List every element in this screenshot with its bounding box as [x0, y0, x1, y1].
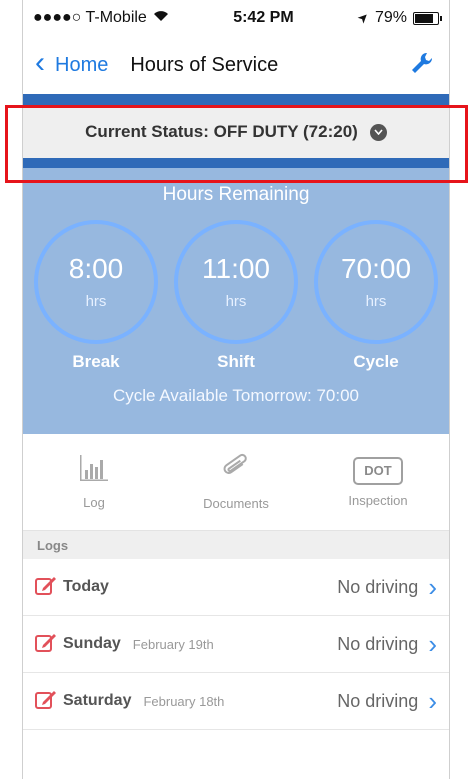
log-row-left: Saturday February 18th	[35, 689, 337, 714]
cycle-label: Cycle	[353, 352, 399, 371]
chevron-down-icon	[369, 123, 387, 141]
log-day: Saturday	[63, 692, 132, 709]
edit-log-icon	[35, 689, 57, 714]
ios-status-bar: ●●●●○ T-Mobile 5:42 PM ➤ 79%	[23, 0, 449, 36]
tool-bar: Log Documents DOT Inspection	[23, 434, 449, 531]
log-row-today[interactable]: Today No driving ›	[23, 559, 449, 616]
log-row-left: Sunday February 19th	[35, 632, 337, 657]
status-bar-top-stripe	[23, 94, 449, 106]
break-value: 8:00	[68, 252, 124, 284]
ring-labels: Break Shift Cycle	[23, 352, 449, 372]
shift-value: 11:00	[202, 252, 270, 284]
back-label: Home	[55, 53, 109, 76]
back-button[interactable]: ‹ Home	[35, 48, 109, 78]
shift-ring: 11:00 hrs	[174, 220, 298, 344]
inspection-label: Inspection	[348, 492, 408, 508]
chevron-right-icon: ›	[428, 628, 437, 659]
location-icon: ➤	[353, 8, 373, 27]
dot-badge-icon: DOT	[353, 456, 403, 485]
cycle-available-tomorrow: Cycle Available Tomorrow: 70:00	[112, 386, 359, 405]
shift-unit: hrs	[225, 292, 247, 310]
documents-button[interactable]: Documents	[176, 453, 296, 511]
log-date: February 18th	[143, 693, 225, 709]
log-row-saturday[interactable]: Saturday February 18th No driving ›	[23, 673, 449, 730]
battery-percent: 79%	[374, 9, 407, 26]
inspection-button[interactable]: DOT Inspection	[318, 456, 438, 508]
edit-log-icon	[35, 575, 57, 600]
logs-section-header: Logs	[23, 531, 449, 559]
edit-log-icon	[35, 632, 57, 657]
chevron-left-icon: ‹	[35, 46, 45, 79]
documents-label: Documents	[203, 496, 269, 511]
current-status-label: Current Status: OFF DUTY (72:20)	[85, 122, 358, 141]
cycle-unit: hrs	[365, 292, 387, 310]
log-button[interactable]: Log	[34, 454, 154, 510]
cycle-ring: 70:00 hrs	[314, 220, 438, 344]
chevron-right-icon: ›	[428, 685, 437, 716]
carrier-label: ●●●●○ T-Mobile	[33, 9, 147, 26]
page-title: Hours of Service	[130, 53, 279, 76]
app-screen: ●●●●○ T-Mobile 5:42 PM ➤ 79% ‹ Home Hour…	[22, 0, 450, 779]
shift-label: Shift	[217, 352, 255, 371]
log-day: Sunday	[63, 635, 121, 652]
current-status-button[interactable]: Current Status: OFF DUTY (72:20)	[23, 106, 449, 158]
log-row-left: Today	[35, 575, 337, 600]
hours-rings: 8:00 hrs 11:00 hrs 70:00 hrs	[23, 220, 449, 344]
log-status: No driving	[337, 633, 419, 654]
log-status: No driving	[337, 576, 419, 597]
hours-remaining-panel: Hours Remaining 8:00 hrs 11:00 hrs 70:00…	[23, 168, 449, 434]
break-ring: 8:00 hrs	[34, 220, 158, 344]
clock: 5:42 PM	[233, 9, 294, 26]
log-row-sunday[interactable]: Sunday February 19th No driving ›	[23, 616, 449, 673]
break-label: Break	[72, 352, 120, 371]
bar-chart-icon	[79, 454, 109, 487]
battery-icon	[412, 11, 442, 25]
wrench-icon[interactable]	[409, 50, 435, 76]
carrier-group: ●●●●○ T-Mobile	[33, 9, 169, 27]
log-label: Log	[83, 495, 105, 510]
paperclip-icon	[222, 453, 250, 488]
wifi-icon	[153, 9, 169, 27]
status-bar-bottom-stripe	[23, 158, 449, 168]
chevron-right-icon: ›	[428, 571, 437, 602]
log-date: February 19th	[132, 636, 214, 652]
navigation-bar: ‹ Home Hours of Service	[23, 36, 449, 94]
battery-group: ➤ 79%	[354, 8, 442, 27]
log-day: Today	[63, 578, 109, 595]
hours-remaining-title: Hours Remaining	[162, 184, 310, 205]
break-unit: hrs	[85, 292, 107, 310]
cycle-value: 70:00	[340, 252, 412, 284]
log-status: No driving	[337, 690, 419, 711]
